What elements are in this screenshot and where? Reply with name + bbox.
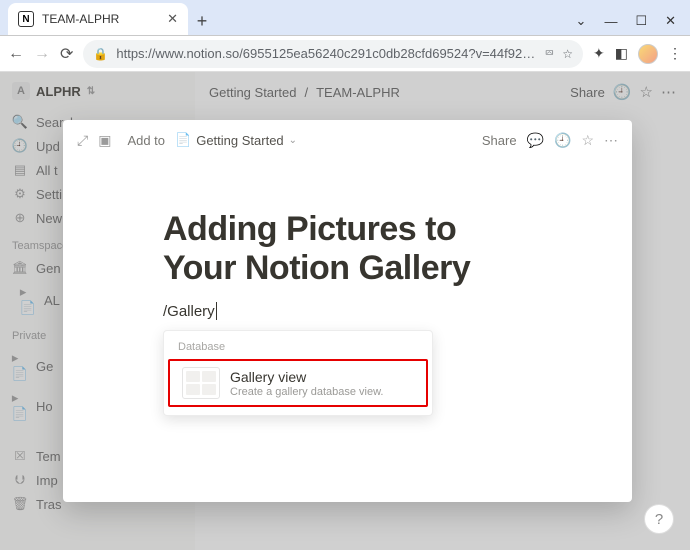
back-button[interactable]: ←	[8, 45, 24, 63]
peek-icon[interactable]: ▣	[98, 132, 111, 149]
lock-icon: 🔒	[93, 47, 108, 61]
parent-page-link[interactable]: 📄 Getting Started ⌄	[175, 132, 297, 148]
browser-tab[interactable]: N TEAM-ALPHR ✕	[8, 3, 188, 35]
url-text: https://www.notion.so/6955125ea56240c291…	[116, 46, 536, 61]
parent-page-name: Getting Started	[196, 133, 283, 148]
text-caret	[216, 302, 217, 320]
address-bar[interactable]: 🔒 https://www.notion.so/6955125ea56240c2…	[83, 40, 583, 68]
comment-icon[interactable]: 💬	[527, 132, 544, 149]
expand-icon[interactable]: ⤢	[77, 132, 88, 149]
modal-toolbar: ⤢ ▣ Add to 📄 Getting Started ⌄ Share 💬 🕘…	[63, 120, 632, 160]
close-tab-icon[interactable]: ✕	[167, 11, 178, 27]
minimize-icon[interactable]: —	[604, 14, 617, 29]
slash-option-desc: Create a gallery database view.	[230, 386, 383, 398]
slash-category-label: Database	[164, 337, 432, 359]
slash-option-gallery-view[interactable]: Gallery view Create a gallery database v…	[168, 359, 428, 407]
help-button[interactable]: ?	[644, 504, 674, 534]
more-icon[interactable]: ⋯	[604, 132, 618, 149]
star-icon[interactable]: ☆	[581, 132, 594, 149]
extensions-icon[interactable]: ✦	[593, 45, 605, 62]
close-window-icon[interactable]: ✕	[665, 13, 676, 29]
profile-avatar[interactable]	[638, 44, 658, 64]
page-modal: ⤢ ▣ Add to 📄 Getting Started ⌄ Share 💬 🕘…	[63, 120, 632, 502]
extension-square-icon[interactable]: ◧	[615, 45, 628, 62]
reload-button[interactable]: ⟳	[60, 44, 73, 64]
notion-favicon: N	[18, 11, 34, 27]
bookmark-icon[interactable]: ☆	[562, 47, 573, 61]
slash-option-title: Gallery view	[230, 369, 383, 385]
slash-command-text: /Gallery	[163, 303, 215, 320]
clock-icon[interactable]: 🕘	[554, 132, 571, 149]
browser-menu-icon[interactable]: ⋮	[668, 45, 682, 62]
browser-titlebar: N TEAM-ALPHR ✕ + ⌄ — ☐ ✕	[0, 0, 690, 36]
share-url-icon[interactable]: ⮹	[545, 46, 555, 61]
chevron-down-icon: ⌄	[289, 135, 297, 146]
slash-command-menu: Database Gallery view Create a gallery d…	[163, 330, 433, 416]
page-icon: 📄	[175, 132, 191, 148]
window-controls: ⌄ — ☐ ✕	[576, 13, 690, 35]
maximize-icon[interactable]: ☐	[635, 13, 647, 29]
forward-button: →	[34, 45, 50, 63]
add-to-label: Add to	[127, 133, 165, 148]
modal-share[interactable]: Share	[482, 133, 517, 148]
tab-title: TEAM-ALPHR	[42, 12, 159, 26]
page-title[interactable]: Adding Pictures to Your Notion Gallery	[163, 210, 532, 288]
gallery-view-thumb	[182, 367, 220, 399]
new-tab-button[interactable]: +	[188, 7, 216, 35]
browser-toolbar: ← → ⟳ 🔒 https://www.notion.so/6955125ea5…	[0, 36, 690, 72]
chevron-down-icon[interactable]: ⌄	[576, 13, 587, 29]
editor-line[interactable]: /Gallery	[163, 302, 532, 320]
